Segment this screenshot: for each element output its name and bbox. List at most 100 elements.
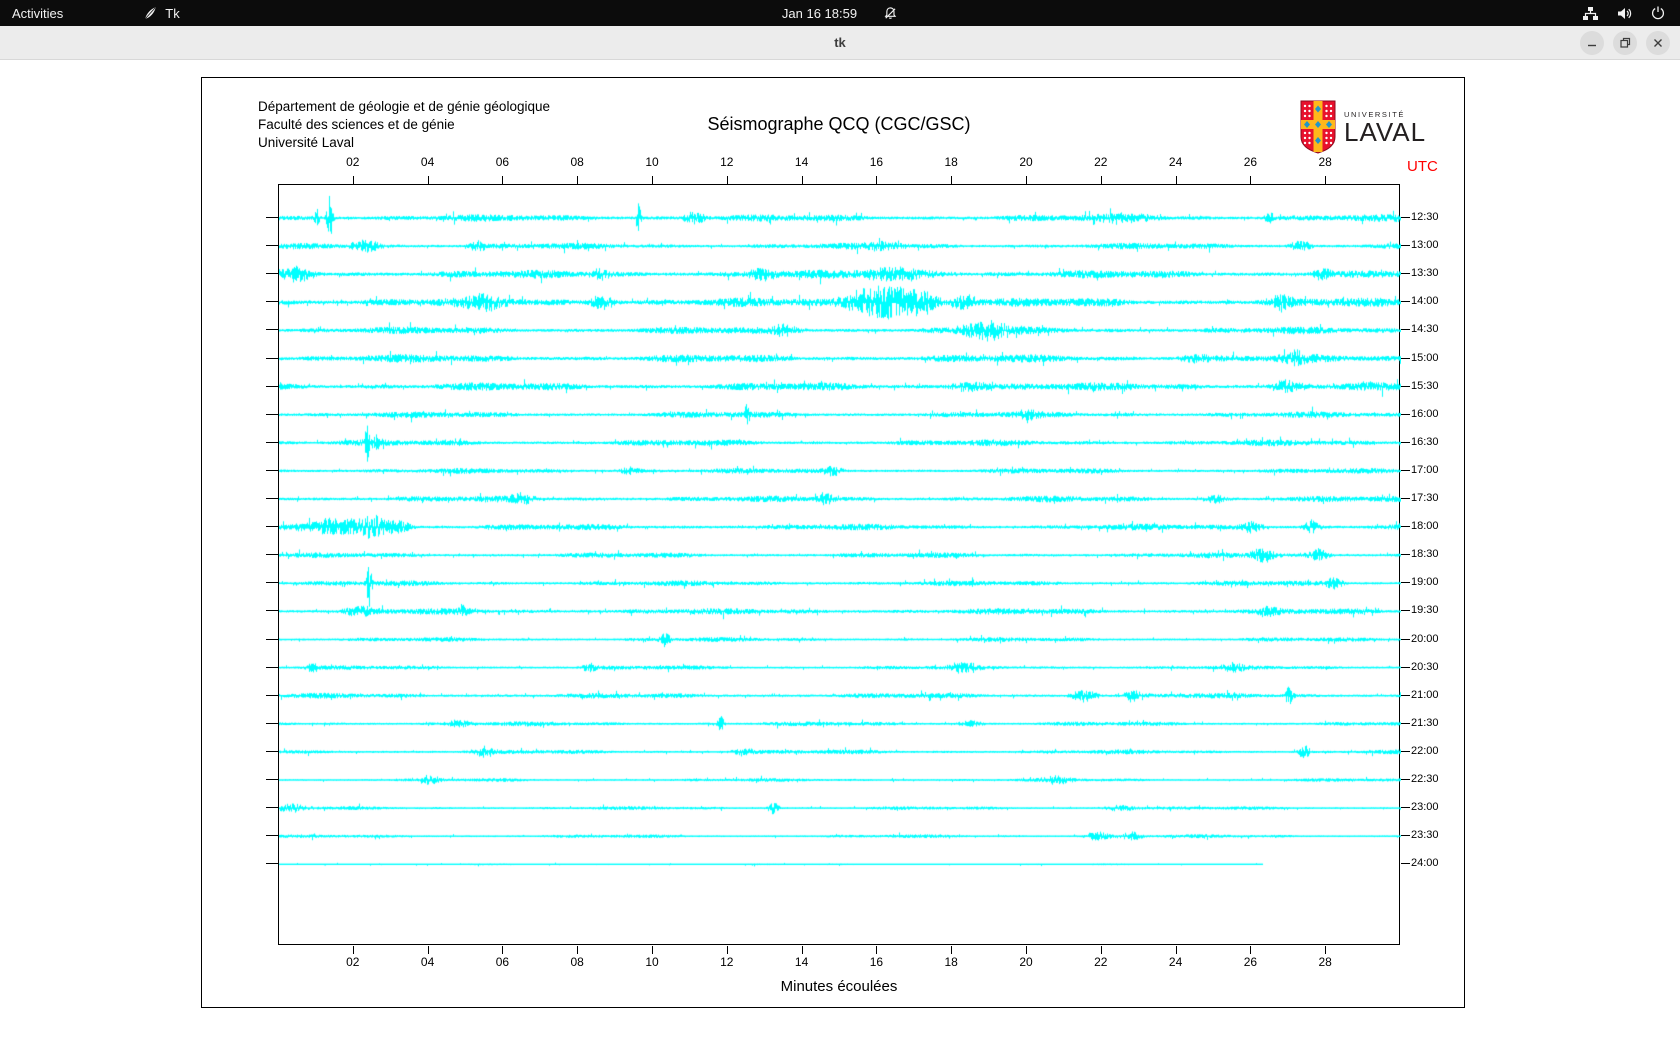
time-label: 24:00 [1411,857,1439,870]
laval-shield-icon [1300,100,1336,154]
minute-tick [1026,176,1027,184]
tk-feather-icon [143,6,158,21]
row-tick [1401,694,1410,696]
row-tick [1401,554,1410,556]
minute-tick [577,946,579,954]
minute-tick [876,176,878,184]
seismograph-traces [279,185,1401,946]
time-label: 21:30 [1411,716,1439,729]
minute-tick-label: 24 [1168,955,1183,969]
minute-tick [502,946,504,954]
row-tick [266,413,278,415]
row-tick [266,217,278,218]
focused-app-name: Tk [165,5,180,21]
row-tick [266,329,278,331]
minute-tick-label: 12 [720,955,734,969]
minute-tick [1175,946,1177,954]
notifications-disabled-icon [883,6,898,21]
row-tick [266,779,278,780]
row-tick [266,638,278,640]
row-tick [1401,413,1410,415]
row-tick [1401,498,1410,499]
minute-tick-label: 20 [1019,155,1033,169]
minute-tick-label: 26 [1243,955,1258,969]
window-titlebar[interactable]: tk [0,26,1680,60]
time-label: 23:00 [1411,801,1439,814]
row-tick [266,273,278,275]
minute-tick-label: 06 [495,955,510,969]
minute-tick [951,946,953,954]
minute-tick-label: 18 [944,955,958,969]
minute-tick-label: 16 [869,155,884,169]
row-tick [1401,582,1410,584]
row-tick [1401,245,1410,247]
minute-tick [1325,176,1327,184]
row-tick [266,582,278,584]
activities-button[interactable]: Activities [0,0,75,26]
time-label: 13:00 [1411,239,1439,252]
laval-logo-large-text: LAVAL [1344,116,1427,147]
time-label: 21:00 [1411,688,1439,701]
plot-title: Séismographe QCQ (CGC/GSC) [707,114,971,134]
time-label: 18:30 [1411,548,1439,561]
maximize-button[interactable] [1613,31,1637,55]
minute-tick [1100,946,1102,954]
focused-app-indicator[interactable]: Tk [131,0,191,26]
row-tick [1401,329,1410,331]
close-button[interactable] [1646,31,1670,55]
minute-tick [1100,176,1102,184]
laval-logo-text: UNIVERSITÉ LAVAL [1344,110,1426,145]
minute-tick [726,946,728,954]
minute-tick-label: 18 [944,155,958,169]
minute-tick-label: 12 [720,155,734,169]
row-tick [266,498,278,499]
row-tick [1401,301,1410,303]
minimize-button[interactable] [1580,31,1604,55]
row-tick [266,694,278,696]
time-label: 17:00 [1411,463,1439,476]
row-tick [1401,863,1410,865]
row-tick [1401,750,1410,752]
minute-tick [1026,946,1027,954]
restore-icon [1620,37,1631,48]
top-bar-left: Activities Tk [0,0,192,26]
minute-tick [726,176,728,184]
minute-tick [427,946,429,954]
clock-menu-button[interactable]: Jan 16 18:59 [782,0,898,26]
row-tick [1401,807,1410,809]
row-tick [266,245,278,247]
minute-tick-label: 14 [794,955,809,969]
utc-label: UTC [1407,158,1438,175]
time-label: 16:00 [1411,407,1439,420]
system-status-area[interactable] [1568,0,1680,26]
minute-tick [1250,946,1252,954]
row-tick [1401,779,1410,780]
network-wired-icon [1582,5,1599,22]
minute-tick [801,176,803,184]
minute-tick [1325,946,1327,954]
minute-tick-label: 26 [1243,155,1258,169]
window-title: tk [834,35,846,50]
minimize-icon [1588,44,1596,47]
row-tick [266,469,278,471]
close-icon [1654,39,1662,47]
universite-laval-logo: UNIVERSITÉ LAVAL [1300,100,1426,154]
row-tick [266,301,278,303]
time-label: 18:00 [1411,520,1439,533]
row-tick [1401,273,1410,275]
minute-tick-label: 06 [495,155,510,169]
minute-tick-label: 22 [1094,155,1108,169]
time-label: 14:00 [1411,295,1439,308]
row-tick [266,610,278,612]
row-tick [266,750,278,752]
seismograph-canvas-frame: Département de géologie et de génie géol… [201,77,1465,1008]
row-tick [1401,217,1410,218]
window-controls [1580,31,1670,55]
row-tick [1401,385,1410,387]
minute-tick [652,946,653,954]
minute-tick-label: 04 [420,955,435,969]
minute-tick-label: 20 [1019,955,1033,969]
row-tick [1401,666,1410,668]
row-tick [266,357,278,359]
row-tick [1401,610,1410,612]
